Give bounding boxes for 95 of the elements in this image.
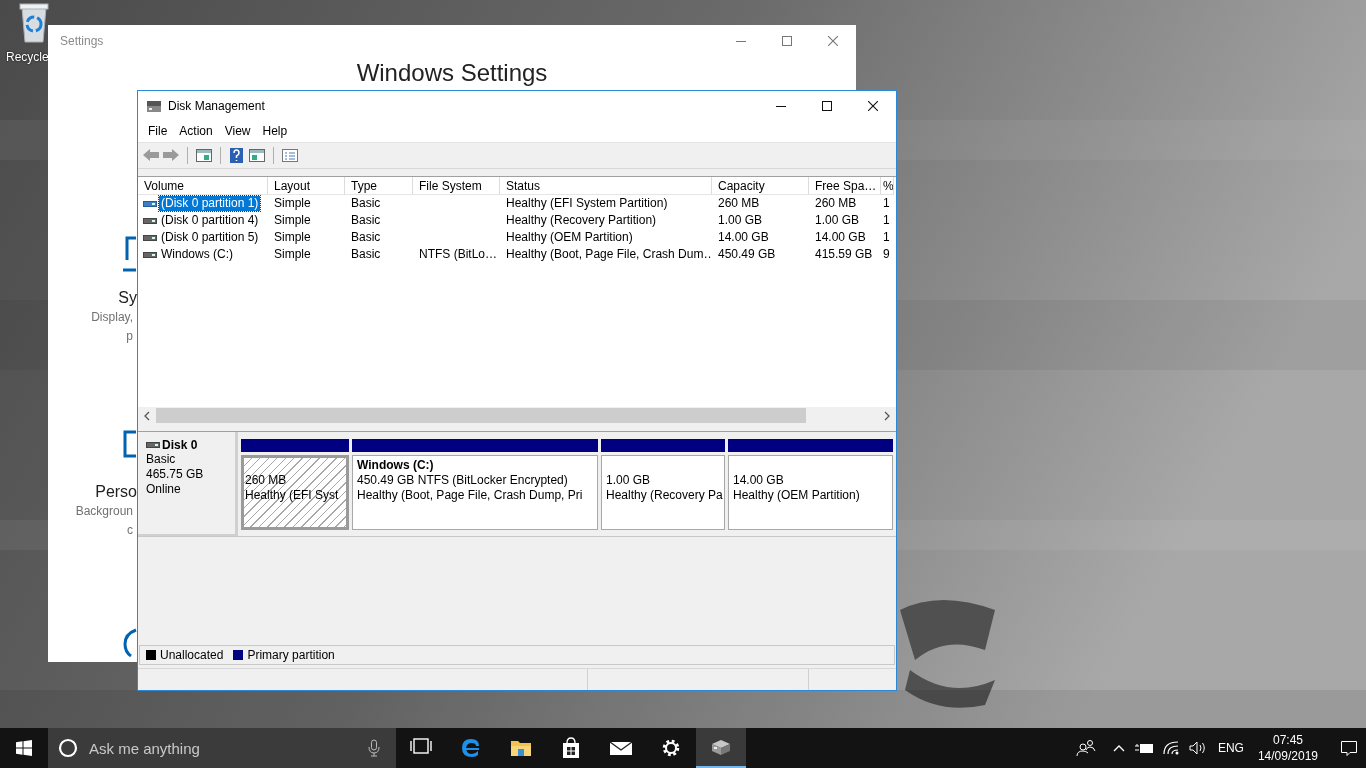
table-cell-text: Basic xyxy=(350,246,382,263)
horizontal-scrollbar[interactable] xyxy=(138,407,896,424)
category-title[interactable]: Perso xyxy=(95,482,137,502)
drive-icon xyxy=(143,250,157,259)
legend-label: Primary partition xyxy=(247,648,335,662)
table-cell-text: Simple xyxy=(273,195,312,212)
column-header[interactable]: File System xyxy=(413,177,500,195)
table-cell-text: 260 MB xyxy=(814,195,858,212)
drive-icon xyxy=(146,441,160,449)
table-cell-text: Healthy (Boot, Page File, Crash Dum… xyxy=(505,246,712,263)
table-cell-text: 1 xyxy=(882,212,891,229)
partition-size: 450.49 GB NTFS (BitLocker Encrypted) xyxy=(357,473,569,488)
column-header[interactable]: % xyxy=(881,177,894,195)
table-cell-text: 14.00 GB xyxy=(814,229,867,246)
table-cell-text: 415.59 GB xyxy=(814,246,874,263)
disk-management-icon xyxy=(146,98,162,113)
clock-button[interactable]: 07:45 14/09/2019 xyxy=(1253,732,1322,764)
legend-label: Unallocated xyxy=(160,648,224,662)
drive-icon xyxy=(143,233,157,242)
table-cell-text: NTFS (BitLo… xyxy=(418,246,498,263)
menu-item[interactable]: View xyxy=(218,122,257,140)
category-icon[interactable] xyxy=(123,628,137,658)
list-icon[interactable] xyxy=(281,147,299,164)
category-title[interactable]: Sy xyxy=(118,288,137,308)
disk-name: Disk 0 xyxy=(162,438,198,452)
partition-status: Healthy (OEM Partition) xyxy=(733,488,861,503)
battery-icon[interactable] xyxy=(1133,741,1154,755)
table-cell-text: 1.00 GB xyxy=(814,212,861,229)
table-row[interactable]: (Disk 0 partition 1) xyxy=(159,196,261,211)
disk-info-panel[interactable]: Disk 0 Basic 465.75 GB Online xyxy=(138,432,238,536)
window-title: Disk Management xyxy=(168,98,266,113)
category-description: p xyxy=(126,328,133,345)
table-cell-text: 1 xyxy=(882,229,891,246)
menu-item[interactable]: Action xyxy=(173,122,219,140)
disk-type: Basic xyxy=(146,452,177,467)
category-description: Display, xyxy=(91,309,133,326)
page-heading: Windows Settings xyxy=(355,58,549,88)
table-cell-text: 14.00 GB xyxy=(717,229,770,246)
category-description: Backgroun xyxy=(75,503,133,520)
column-header[interactable]: Capacity xyxy=(712,177,809,195)
menu-item[interactable]: Help xyxy=(256,122,294,140)
drive-icon xyxy=(143,199,157,208)
maximize-icon xyxy=(822,100,832,111)
drive-icon xyxy=(143,216,157,225)
partition-name: Windows (C:) xyxy=(357,458,435,473)
table-cell-text: Healthy (OEM Partition) xyxy=(505,229,634,246)
partition-size: 1.00 GB xyxy=(606,473,652,488)
table-cell-text: Healthy (Recovery Partition) xyxy=(505,212,658,229)
panel-icon[interactable] xyxy=(248,147,266,164)
column-header[interactable]: Layout xyxy=(268,177,345,195)
help-icon[interactable] xyxy=(228,147,246,164)
disk-management-button[interactable] xyxy=(696,728,746,768)
table-cell-text: 1.00 GB xyxy=(717,212,764,229)
table-row[interactable]: (Disk 0 partition 5) xyxy=(159,230,261,245)
table-row[interactable]: (Disk 0 partition 4) xyxy=(159,213,261,228)
column-header[interactable]: Free Spa… xyxy=(809,177,881,195)
wifi-icon[interactable] xyxy=(1161,740,1180,756)
table-cell-text: Basic xyxy=(350,229,382,246)
close-icon xyxy=(828,35,838,46)
language-indicator[interactable]: ENG xyxy=(1215,741,1246,755)
partition-size: 14.00 GB xyxy=(733,473,785,488)
disk-status: Online xyxy=(146,482,182,497)
column-header[interactable]: Type xyxy=(345,177,413,195)
category-icon[interactable] xyxy=(123,236,137,272)
table-row[interactable]: Windows (C:) xyxy=(159,247,235,262)
table-cell-text: 450.49 GB xyxy=(717,246,777,263)
close-icon xyxy=(868,100,878,111)
notification-icon[interactable] xyxy=(1340,739,1358,757)
maximize-icon xyxy=(782,35,792,46)
chevron-up-icon[interactable] xyxy=(1111,743,1126,753)
partition-status: Healthy (Boot, Page File, Crash Dump, Pri xyxy=(357,488,584,503)
table-cell-text: Simple xyxy=(273,212,312,229)
table-cell-text: Healthy (EFI System Partition) xyxy=(505,195,669,212)
microphone-icon[interactable] xyxy=(368,739,380,757)
panel-icon[interactable] xyxy=(195,147,213,164)
disk-size: 465.75 GB xyxy=(146,467,205,482)
table-cell-text: 260 MB xyxy=(717,195,761,212)
menu-item[interactable]: File xyxy=(142,122,174,140)
people-icon[interactable] xyxy=(1075,739,1096,757)
table-cell-text: Simple xyxy=(273,246,312,263)
table-cell-text: 9 xyxy=(882,246,891,263)
cortana-icon[interactable] xyxy=(58,738,78,758)
column-header[interactable]: Status xyxy=(500,177,712,195)
window-title: Settings xyxy=(60,33,105,48)
table-cell-text: Basic xyxy=(350,195,382,212)
table-cell-text: 1 xyxy=(882,195,891,212)
partition-status: Healthy (EFI Syst xyxy=(245,488,340,503)
windows-logo-icon xyxy=(16,740,32,756)
table-cell-text: Simple xyxy=(273,229,312,246)
volume-icon[interactable] xyxy=(1187,740,1208,756)
category-description: c xyxy=(127,522,133,539)
partition-size: 260 MB xyxy=(245,473,288,488)
icon-label: Recycle xyxy=(6,50,49,64)
table-cell-text: Basic xyxy=(350,212,382,229)
search-field[interactable]: Ask me anything xyxy=(48,728,396,768)
